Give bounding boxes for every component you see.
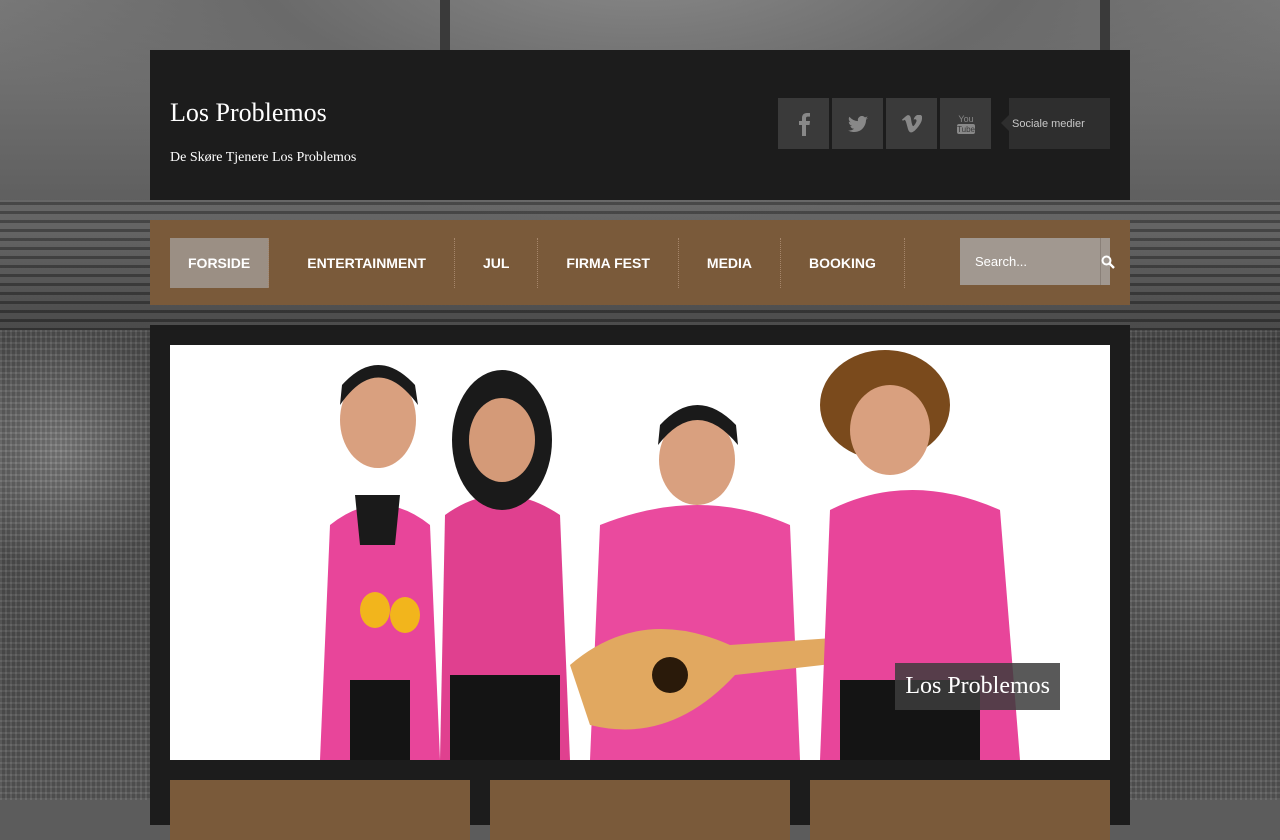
site-header: Los Problemos De Skøre Tjenere Los Probl…	[150, 50, 1130, 200]
search-icon	[1101, 255, 1115, 269]
main-nav: FORSIDE ENTERTAINMENT JUL FIRMA FEST MED…	[150, 220, 1130, 305]
site-title[interactable]: Los Problemos	[170, 98, 327, 128]
search-input[interactable]	[960, 238, 1100, 285]
main-content: Los Problemos	[150, 325, 1130, 840]
svg-text:Tube: Tube	[957, 125, 975, 134]
nav-item-forside[interactable]: FORSIDE	[170, 238, 270, 288]
twitter-icon[interactable]	[832, 98, 883, 149]
search-button[interactable]	[1100, 238, 1115, 285]
nav-item-entertainment[interactable]: ENTERTAINMENT	[279, 238, 455, 288]
feature-card[interactable]	[490, 780, 790, 840]
menu: FORSIDE ENTERTAINMENT JUL FIRMA FEST MED…	[170, 238, 905, 288]
feature-card[interactable]	[810, 780, 1110, 840]
site-tagline: De Skøre Tjenere Los Problemos	[170, 150, 357, 165]
facebook-icon[interactable]	[778, 98, 829, 149]
page-wrapper: Los Problemos De Skøre Tjenere Los Probl…	[150, 50, 1130, 840]
search-box	[960, 238, 1115, 285]
feature-card[interactable]	[170, 780, 470, 840]
feature-cards	[170, 780, 1110, 840]
nav-item-firma-fest[interactable]: FIRMA FEST	[538, 238, 679, 288]
social-links: You Tube Sociale medier	[778, 98, 1110, 149]
vimeo-icon[interactable]	[886, 98, 937, 149]
nav-item-booking[interactable]: BOOKING	[781, 238, 905, 288]
slide-caption: Los Problemos	[895, 663, 1060, 710]
nav-item-jul[interactable]: JUL	[455, 238, 539, 288]
hero-slide-image[interactable]: Los Problemos	[170, 345, 1110, 760]
social-media-label: Sociale medier	[1001, 98, 1110, 149]
svg-text:You: You	[958, 114, 973, 124]
youtube-icon[interactable]: You Tube	[940, 98, 991, 149]
nav-item-media[interactable]: MEDIA	[679, 238, 782, 288]
